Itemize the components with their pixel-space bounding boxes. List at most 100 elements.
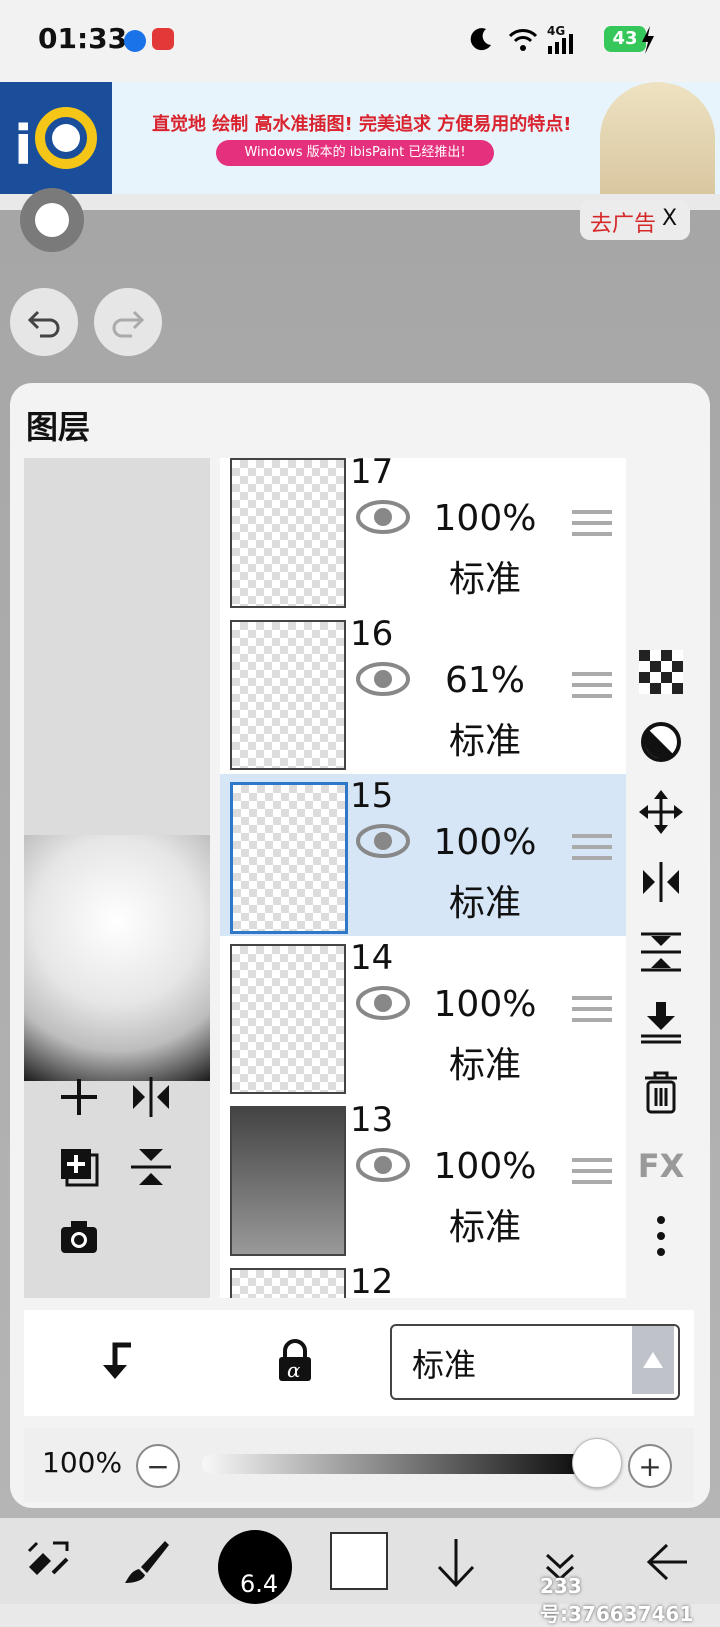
alpha-lock-icon: α — [279, 1339, 311, 1382]
checkerboard-icon — [639, 650, 683, 694]
flip-horizontal-icon — [643, 862, 679, 902]
moon-icon — [468, 26, 494, 52]
visibility-eye-icon[interactable] — [356, 660, 410, 698]
opacity-increase-button[interactable]: + — [628, 1444, 672, 1488]
fx-button[interactable]: FX — [632, 1138, 690, 1194]
layer-thumbnail — [230, 782, 348, 934]
layer-row[interactable]: 16 61% 标准 — [220, 612, 626, 775]
layer-blend-mode: 标准 — [448, 1045, 521, 1086]
opacity-slider-knob[interactable] — [572, 1438, 622, 1488]
layer-list[interactable]: 17 100% 标准 16 61% 标准 15 100% 标准 14 100% … — [220, 458, 626, 1298]
brush-icon — [125, 1541, 169, 1583]
move-arrows-icon — [639, 790, 683, 834]
layer-blend-mode: 标准 — [448, 559, 521, 600]
layer-tools-column: FX — [632, 458, 690, 1298]
canvas-preview-image — [24, 835, 210, 1081]
brush-cursor-indicator[interactable] — [20, 188, 84, 252]
add-layer-button[interactable] — [52, 1070, 106, 1124]
opacity-value: 100% — [42, 1446, 123, 1479]
undo-icon — [27, 310, 60, 338]
merge-down-icon — [641, 1002, 681, 1044]
camera-import-button[interactable] — [52, 1210, 106, 1264]
tool-select-button[interactable] — [8, 1524, 88, 1600]
panel-title: 图层 — [26, 408, 91, 446]
blend-mode-value[interactable]: 标准 — [412, 1340, 476, 1386]
color-picker-button[interactable] — [330, 1532, 388, 1590]
drag-handle-icon[interactable] — [572, 832, 612, 862]
ibispaint-logo: i — [0, 82, 112, 194]
flip-horizontal-icon — [133, 1077, 169, 1117]
remove-ad-label[interactable]: 去广告 X — [580, 200, 690, 240]
flip-vertical-icon — [131, 1149, 171, 1185]
wifi-icon — [508, 28, 538, 52]
opacity-decrease-button[interactable]: − — [136, 1444, 180, 1488]
blend-mode-dropdown-arrow[interactable] — [632, 1326, 674, 1394]
merge-down-button[interactable] — [632, 994, 690, 1050]
flip-vertical-icon — [641, 932, 681, 972]
delete-layer-button[interactable] — [632, 1064, 690, 1120]
layer-blend-mode: 标准 — [448, 721, 521, 762]
flip-horizontal-button[interactable] — [124, 1070, 178, 1124]
undo-button[interactable] — [10, 288, 78, 356]
triangle-up-icon — [643, 1352, 663, 1368]
duplicate-layer-icon — [61, 1149, 99, 1187]
duplicate-layer-button[interactable] — [52, 1140, 106, 1194]
camera-icon — [61, 1221, 97, 1253]
visibility-eye-icon[interactable] — [356, 822, 410, 860]
layer-number: 14 — [350, 938, 394, 978]
transparency-lock-button[interactable] — [632, 644, 690, 700]
arrow-down-icon — [437, 1539, 475, 1588]
more-options-button[interactable] — [632, 1208, 690, 1264]
status-time: 01:33 — [38, 22, 128, 55]
drag-handle-icon[interactable] — [572, 1156, 612, 1186]
close-ad-button[interactable]: X — [662, 206, 677, 231]
visibility-eye-icon[interactable] — [356, 498, 410, 536]
plus-icon — [61, 1079, 97, 1115]
clipping-arrow-icon — [103, 1342, 131, 1379]
layer-down-button[interactable] — [416, 1524, 496, 1600]
redo-button[interactable] — [94, 288, 162, 356]
invert-button[interactable] — [632, 714, 690, 770]
minus-label: − — [146, 1449, 170, 1483]
layer-number: 13 — [350, 1100, 394, 1140]
layer-opacity: 100% — [433, 822, 537, 863]
ad-headline: 直觉地 绘制 高水准插图! 完美追求 方便易用的特点! — [152, 114, 572, 135]
layer-thumbnail — [230, 458, 346, 608]
layer-opacity: 61% — [444, 660, 525, 701]
flip-layer-horizontal-button[interactable] — [632, 854, 690, 910]
layer-row[interactable]: 12 — [220, 1260, 626, 1298]
layer-blend-mode: 标准 — [448, 883, 521, 924]
layer-thumbnail — [230, 1268, 346, 1298]
visibility-eye-icon[interactable] — [356, 1146, 410, 1184]
remove-ad-text[interactable]: 去广告 — [590, 206, 656, 238]
layer-thumbnail — [230, 1106, 346, 1256]
ad-subline: Windows 版本的 ibisPaint 已经推出! — [216, 140, 494, 166]
more-vertical-icon — [657, 1216, 665, 1256]
flip-vertical-button[interactable] — [124, 1140, 178, 1194]
layer-row[interactable]: 17 100% 标准 — [220, 458, 626, 613]
layer-opacity: 100% — [433, 1146, 537, 1187]
layer-number: 16 — [350, 614, 394, 654]
alpha-lock-button[interactable]: α — [268, 1334, 322, 1388]
clipping-button[interactable] — [88, 1334, 142, 1388]
drag-handle-icon[interactable] — [572, 508, 612, 538]
ad-illustration — [600, 82, 715, 194]
trash-icon — [645, 1071, 677, 1114]
brush-size-value: 6.4 — [240, 1570, 279, 1598]
opacity-slider-track[interactable] — [202, 1454, 602, 1474]
move-button[interactable] — [632, 784, 690, 840]
layer-row[interactable]: 13 100% 标准 — [220, 1098, 626, 1261]
layer-blend-mode: 标准 — [448, 1207, 521, 1248]
layer-row[interactable]: 14 100% 标准 — [220, 936, 626, 1099]
layer-number: 15 — [350, 776, 394, 816]
layer-opacity: 100% — [433, 984, 537, 1025]
plus-label: + — [638, 1449, 662, 1483]
layer-row-selected[interactable]: 15 100% 标准 — [220, 774, 626, 937]
tool-swap-icon — [27, 1541, 69, 1575]
visibility-eye-icon[interactable] — [356, 984, 410, 1022]
charging-icon — [640, 26, 656, 54]
brush-button[interactable] — [106, 1524, 186, 1600]
drag-handle-icon[interactable] — [572, 670, 612, 700]
flip-layer-vertical-button[interactable] — [632, 924, 690, 980]
drag-handle-icon[interactable] — [572, 994, 612, 1024]
